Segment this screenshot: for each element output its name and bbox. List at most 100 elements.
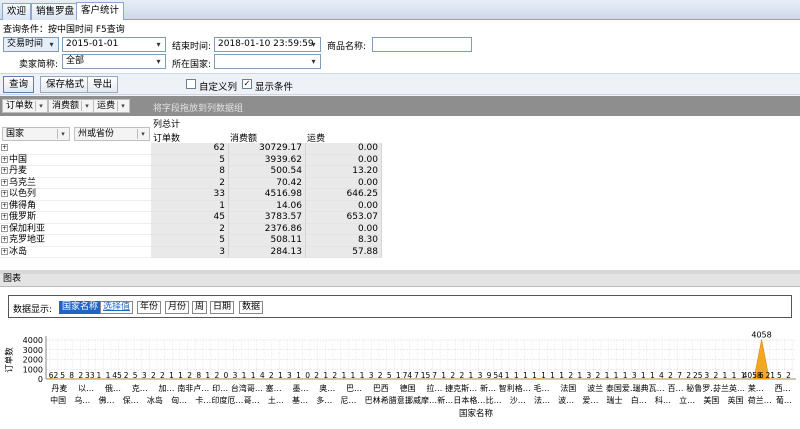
- expand-icon[interactable]: +: [1, 144, 8, 151]
- tab-bar: 欢迎 销售罗盘 客户统计: [0, 0, 800, 21]
- data-label: 2: [596, 371, 601, 380]
- data-label: 7: [414, 371, 419, 380]
- option-week[interactable]: 周: [192, 301, 208, 314]
- pivot-row-header[interactable]: + 保加利亚: [0, 224, 151, 235]
- chevron-down-icon[interactable]: ▾: [117, 101, 128, 111]
- data-label: 8: [69, 371, 74, 380]
- data-label: 1: [242, 371, 247, 380]
- chevron-down-icon[interactable]: ▾: [35, 101, 46, 111]
- data-label: 5: [60, 371, 65, 380]
- pivot-cell-amount: 3783.57: [229, 212, 306, 224]
- expand-icon[interactable]: +: [1, 224, 8, 232]
- chevron-down-icon[interactable]: ▾: [81, 101, 92, 111]
- field-freight-label: 运费: [97, 101, 116, 111]
- data-display-bar: 数据显示: 国家名称 选择值 年份 月份 周 日期 数据: [8, 295, 792, 318]
- expand-icon[interactable]: +: [1, 178, 8, 186]
- expand-icon[interactable]: +: [1, 167, 8, 174]
- x-tick-label: 莱…: [748, 383, 764, 393]
- expand-icon[interactable]: +: [1, 201, 8, 209]
- data-label: 1: [351, 371, 356, 380]
- x-tick-label: 墨…: [292, 384, 308, 393]
- data-label: 1: [469, 371, 474, 380]
- product-name-input[interactable]: [372, 37, 472, 52]
- option-country-name[interactable]: 国家名称: [59, 301, 102, 314]
- tab-customer-stats[interactable]: 客户统计: [76, 2, 125, 21]
- y-tick-label: 0: [38, 375, 43, 384]
- data-label: 45: [112, 371, 122, 380]
- tab-welcome[interactable]: 欢迎: [2, 3, 32, 20]
- data-label: 8: [196, 371, 201, 380]
- time-type-select[interactable]: 交易时间 ▾: [3, 37, 59, 52]
- data-label: 2: [450, 371, 455, 380]
- pivot-cell-orders: 5: [151, 235, 229, 247]
- custom-columns-checkbox[interactable]: [186, 79, 196, 89]
- expand-icon[interactable]: +: [1, 247, 8, 255]
- expand-icon[interactable]: +: [1, 213, 8, 220]
- option-month[interactable]: 月份: [165, 301, 190, 314]
- country-select[interactable]: ▾: [214, 54, 321, 69]
- country-name: 丹麦: [9, 166, 28, 176]
- data-label: 2: [332, 371, 337, 380]
- x-tick-label: 以…: [78, 384, 94, 393]
- chevron-down-icon: ▾: [311, 40, 316, 49]
- field-orders[interactable]: 订单数 ▾: [2, 99, 49, 113]
- end-time-label: 结束时间:: [172, 42, 212, 52]
- pivot-row-header[interactable]: + 佛得角: [0, 201, 151, 212]
- data-label: 3: [369, 371, 374, 380]
- x-tick-label: 冰岛: [147, 395, 163, 405]
- end-date-picker[interactable]: 2018-01-10 23:59:59 ▾: [214, 37, 321, 52]
- expand-icon[interactable]: +: [1, 190, 8, 197]
- pivot-grid: 列总计 订单数 消费额 运费 国家 ▾ 州或省份 ▾ +62 30729.17 0.00…: [0, 116, 800, 270]
- pivot-row-header[interactable]: + 中国: [0, 155, 151, 166]
- x-tick-label: 佛…: [98, 395, 114, 405]
- data-label: 0: [305, 371, 310, 380]
- chevron-down-icon: ▾: [311, 57, 316, 66]
- data-label: 1: [541, 371, 546, 380]
- x-tick-label: 印度厄…: [211, 395, 243, 405]
- pivot-row-header[interactable]: + 俄罗斯: [0, 212, 151, 224]
- seller-select[interactable]: 全部 ▾: [62, 54, 166, 69]
- data-label: 5: [133, 371, 138, 380]
- x-tick-label: 智利格…: [499, 383, 531, 393]
- option-date[interactable]: 日期: [210, 301, 235, 314]
- pivot-row-header[interactable]: + 克罗地亚: [0, 235, 151, 247]
- chevron-down-icon[interactable]: ▾: [137, 129, 148, 139]
- option-data[interactable]: 数据: [239, 301, 264, 314]
- field-amount[interactable]: 消费额 ▾: [48, 99, 95, 113]
- pivot-row-header[interactable]: + 乌克兰: [0, 178, 151, 189]
- x-tick-label: 卡…: [195, 395, 211, 405]
- chevron-down-icon[interactable]: ▾: [57, 129, 68, 139]
- query-button[interactable]: 查询: [3, 76, 35, 93]
- show-conditions-checkbox[interactable]: ✓: [242, 79, 252, 89]
- option-year[interactable]: 年份: [137, 301, 162, 314]
- pivot-cell-orders: 2: [151, 177, 229, 189]
- pivot-cell-freight: 0.00: [306, 177, 382, 189]
- field-freight[interactable]: 运费 ▾: [93, 99, 131, 113]
- pivot-row-header[interactable]: +: [0, 143, 151, 155]
- field-orders-label: 订单数: [6, 101, 34, 111]
- data-label: 6: [759, 371, 764, 380]
- country-name: 冰岛: [9, 246, 28, 257]
- x-tick-label: 加…: [159, 383, 175, 393]
- expand-icon[interactable]: +: [1, 155, 8, 163]
- x-tick-label: 新…: [480, 383, 496, 393]
- row-field-province[interactable]: 州或省份 ▾: [74, 127, 150, 141]
- peak-data-label: 4058: [751, 330, 771, 339]
- chevron-down-icon: ▾: [156, 40, 161, 49]
- data-label: 0: [224, 371, 229, 380]
- pivot-row-header[interactable]: + 冰岛: [0, 246, 151, 258]
- pivot-cell-orders: 8: [151, 166, 229, 178]
- pivot-row-header[interactable]: + 丹麦: [0, 166, 151, 178]
- expand-icon[interactable]: +: [1, 236, 8, 243]
- x-axis-title: 国家名称: [459, 408, 494, 419]
- pivot-row-header[interactable]: + 以色列: [0, 189, 151, 201]
- tab-sales-compass[interactable]: 销售罗盘: [31, 3, 80, 20]
- save-format-button[interactable]: 保存格式: [40, 76, 91, 93]
- data-label: 2: [78, 371, 83, 380]
- export-button[interactable]: 导出: [87, 76, 119, 93]
- option-select-value[interactable]: 选择值: [100, 301, 134, 314]
- x-tick-label: 英国: [728, 395, 744, 405]
- y-tick-label: 1000: [23, 365, 43, 374]
- start-date-picker[interactable]: 2015-01-01 ▾: [62, 37, 166, 52]
- row-field-country[interactable]: 国家 ▾: [2, 127, 70, 141]
